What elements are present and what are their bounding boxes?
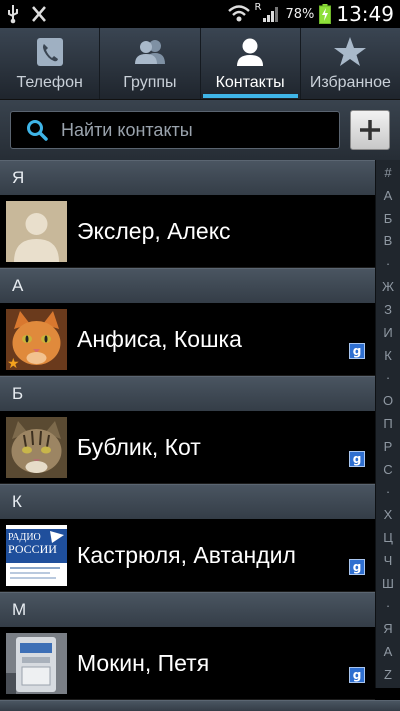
phone-icon bbox=[36, 38, 63, 66]
index-letter[interactable]: В bbox=[384, 232, 393, 250]
index-letter[interactable]: Р bbox=[384, 438, 393, 456]
battery-percent: 78% bbox=[285, 6, 315, 22]
index-letter[interactable]: A bbox=[384, 643, 393, 661]
tab-label: Избранное bbox=[309, 74, 391, 91]
index-letter[interactable]: Ч bbox=[384, 552, 393, 570]
tab-label: Телефон bbox=[16, 74, 83, 91]
index-letter[interactable]: С bbox=[383, 461, 392, 479]
index-letter[interactable]: # bbox=[384, 164, 391, 182]
index-letter[interactable]: Х bbox=[384, 506, 393, 524]
default-avatar-icon bbox=[6, 200, 67, 262]
tab-label: Группы bbox=[123, 74, 177, 91]
webpage-thumbnail bbox=[10, 530, 64, 579]
add-contact-button[interactable] bbox=[350, 110, 390, 150]
usb-icon bbox=[8, 5, 18, 24]
tab-label: Контакты bbox=[215, 74, 285, 91]
index-letter[interactable]: Ж bbox=[382, 278, 394, 296]
signal-icon bbox=[263, 7, 279, 22]
section-header: К bbox=[0, 484, 375, 519]
contact-list[interactable]: Я Экслер, Алекс А ★ Анфиса, Кошка g Б Бу… bbox=[0, 160, 375, 711]
next-section-header bbox=[0, 700, 400, 711]
search-row: Найти контакты bbox=[0, 100, 400, 160]
index-letter[interactable]: О bbox=[383, 392, 393, 410]
contact-name: Мокин, Петя bbox=[77, 649, 210, 676]
battery-charging-icon bbox=[319, 4, 332, 24]
google-account-icon: g bbox=[349, 451, 365, 467]
google-account-icon: g bbox=[349, 559, 365, 575]
search-input[interactable]: Найти контакты bbox=[10, 111, 340, 149]
index-letter[interactable]: К bbox=[384, 347, 392, 365]
section-letter: К bbox=[12, 492, 22, 511]
index-letter[interactable]: И bbox=[383, 324, 392, 342]
index-letter[interactable]: Б bbox=[384, 210, 393, 228]
index-letter[interactable]: Я bbox=[383, 620, 392, 638]
google-account-icon: g bbox=[349, 667, 365, 683]
list-item[interactable]: РАДИО РОССИИ Кастрюля, Автандил g bbox=[0, 519, 375, 592]
tab-phone[interactable]: Телефон bbox=[0, 28, 101, 99]
wifi-icon bbox=[227, 5, 250, 22]
avatar bbox=[6, 416, 67, 478]
index-letter[interactable]: З bbox=[384, 301, 392, 319]
index-letter[interactable]: А bbox=[384, 187, 393, 205]
index-letter[interactable]: · bbox=[386, 255, 390, 273]
index-letter[interactable]: · bbox=[386, 597, 390, 615]
tabby-cat-photo bbox=[6, 416, 67, 478]
list-item[interactable]: ★ Анфиса, Кошка g bbox=[0, 303, 375, 376]
section-letter: Б bbox=[12, 384, 24, 403]
list-item[interactable]: Мокин, Петя g bbox=[0, 627, 375, 700]
section-header: Б bbox=[0, 376, 375, 411]
index-letter[interactable]: Ц bbox=[383, 529, 393, 547]
section-header: М bbox=[0, 592, 375, 627]
favorite-star-icon: ★ bbox=[7, 354, 20, 370]
alphabet-index-scroller[interactable]: # А Б В · Ж З И К · О П Р С · Х Ц Ч Ш · Я A Z bbox=[375, 160, 400, 688]
section-header: Я bbox=[0, 160, 375, 195]
contact-name: Бублик, Кот bbox=[77, 433, 201, 460]
tab-bar: Телефон Группы Контакты Избранное bbox=[0, 28, 400, 100]
section-header: А bbox=[0, 268, 375, 303]
tab-favorites[interactable]: Избранное bbox=[301, 28, 400, 99]
contact-icon bbox=[237, 38, 264, 66]
index-letter[interactable]: · bbox=[386, 483, 390, 501]
section-letter: М bbox=[12, 600, 27, 619]
avatar bbox=[6, 200, 67, 262]
list-item[interactable]: Бублик, Кот g bbox=[0, 411, 375, 484]
clock: 13:49 bbox=[336, 2, 394, 26]
contact-name: Кастрюля, Автандил bbox=[77, 541, 296, 568]
contact-name: Анфиса, Кошка bbox=[77, 325, 242, 352]
search-icon bbox=[27, 120, 48, 141]
contact-name: Экслер, Алекс bbox=[77, 217, 231, 244]
avatar: ★ bbox=[6, 308, 67, 370]
plus-icon bbox=[360, 120, 380, 140]
index-letter[interactable]: П bbox=[383, 415, 392, 433]
avatar bbox=[6, 632, 67, 694]
index-letter[interactable]: Ш bbox=[382, 575, 394, 593]
list-item[interactable]: Экслер, Алекс bbox=[0, 195, 375, 268]
section-letter: Я bbox=[12, 168, 25, 187]
debug-icon bbox=[32, 6, 46, 22]
tab-groups[interactable]: Группы bbox=[100, 28, 201, 99]
search-placeholder: Найти контакты bbox=[61, 119, 193, 140]
google-account-icon: g bbox=[349, 343, 365, 359]
tab-contacts[interactable]: Контакты bbox=[201, 28, 301, 99]
groups-icon bbox=[134, 40, 165, 64]
status-bar: R 78% 13:49 bbox=[0, 0, 400, 28]
index-letter[interactable]: · bbox=[386, 369, 390, 387]
index-letter[interactable]: Z bbox=[384, 666, 392, 684]
signal-roaming-label: R bbox=[254, 2, 262, 13]
appliance-photo bbox=[6, 632, 67, 694]
section-letter: А bbox=[12, 276, 24, 295]
avatar: РАДИО РОССИИ bbox=[6, 524, 67, 586]
star-icon bbox=[334, 37, 367, 66]
